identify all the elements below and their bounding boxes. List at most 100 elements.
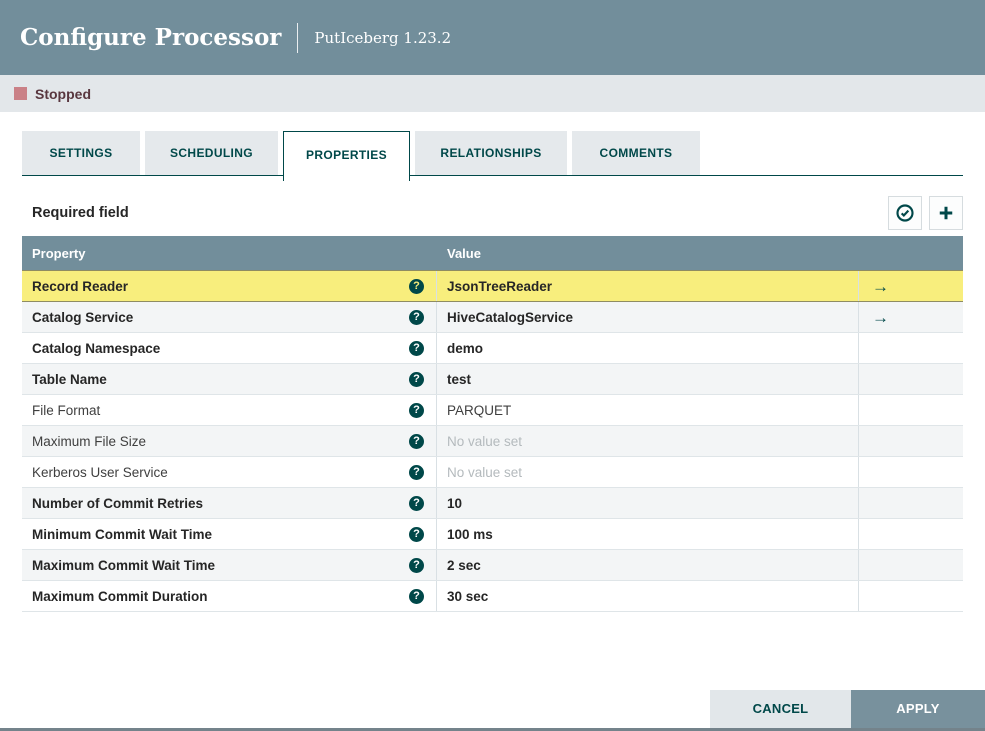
- tab-relationships[interactable]: RELATIONSHIPS: [415, 131, 567, 175]
- status-label: Stopped: [35, 85, 91, 102]
- property-name: Maximum File Size: [32, 433, 147, 449]
- help-icon[interactable]: ?: [409, 309, 424, 325]
- value-cell[interactable]: test: [437, 364, 859, 394]
- property-value: 10: [447, 495, 463, 511]
- property-cell: Catalog Service ?: [22, 302, 437, 332]
- property-cell: File Format ?: [22, 395, 437, 425]
- tab-bar: SETTINGS SCHEDULING PROPERTIES RELATIONSHIP…: [22, 131, 963, 181]
- property-name: Table Name: [32, 371, 107, 387]
- property-value: HiveCatalogService: [447, 309, 574, 325]
- help-icon[interactable]: ?: [409, 588, 424, 604]
- property-cell: Maximum File Size ?: [22, 426, 437, 456]
- property-cell: Kerberos User Service ?: [22, 457, 437, 487]
- add-property-button[interactable]: [929, 196, 963, 230]
- goto-service-arrow-icon[interactable]: →: [872, 309, 889, 326]
- property-cell: Minimum Commit Wait Time ?: [22, 519, 437, 549]
- dialog-title: Configure Processor: [20, 24, 282, 51]
- table-row[interactable]: Catalog Namespace ? demo: [22, 333, 963, 364]
- properties-table: Property Value Record Reader ? JsonTreeR…: [22, 236, 963, 612]
- goto-cell: [859, 488, 963, 518]
- processor-status-bar: Stopped: [0, 75, 985, 112]
- table-row[interactable]: Table Name ? test: [22, 364, 963, 395]
- property-cell: Maximum Commit Duration ?: [22, 581, 437, 611]
- table-row[interactable]: Maximum File Size ? No value set: [22, 426, 963, 457]
- required-field-label: Required field: [32, 205, 129, 221]
- help-icon[interactable]: ?: [409, 557, 424, 573]
- goto-cell: [859, 426, 963, 456]
- value-cell[interactable]: 30 sec: [437, 581, 859, 611]
- property-cell: Record Reader ?: [22, 271, 437, 301]
- tab-scheduling[interactable]: SCHEDULING: [145, 131, 278, 175]
- property-name: Maximum Commit Wait Time: [32, 557, 216, 573]
- tab-comments[interactable]: COMMENTS: [572, 131, 700, 175]
- help-icon[interactable]: ?: [409, 495, 424, 511]
- value-cell[interactable]: 10: [437, 488, 859, 518]
- goto-cell: [859, 333, 963, 363]
- value-cell[interactable]: No value set: [437, 426, 859, 456]
- apply-button[interactable]: APPLY: [851, 690, 985, 728]
- help-icon[interactable]: ?: [409, 526, 424, 542]
- help-icon[interactable]: ?: [409, 402, 424, 418]
- table-row[interactable]: Kerberos User Service ? No value set: [22, 457, 963, 488]
- column-header-value: Value: [447, 245, 481, 261]
- help-icon[interactable]: ?: [409, 371, 424, 387]
- goto-service-arrow-icon[interactable]: →: [872, 278, 889, 295]
- table-row[interactable]: Number of Commit Retries ? 10: [22, 488, 963, 519]
- help-icon[interactable]: ?: [409, 464, 424, 480]
- dialog-titlebar: Configure Processor PutIceberg 1.23.2: [0, 0, 985, 75]
- property-value: test: [447, 371, 472, 387]
- value-cell[interactable]: PARQUET: [437, 395, 859, 425]
- goto-cell: [859, 581, 963, 611]
- column-header-property: Property: [32, 245, 86, 261]
- plus-icon: [939, 206, 953, 220]
- property-name: File Format: [32, 402, 101, 418]
- property-cell: Number of Commit Retries ?: [22, 488, 437, 518]
- goto-cell: [859, 519, 963, 549]
- value-cell[interactable]: 2 sec: [437, 550, 859, 580]
- property-name: Maximum Commit Duration: [32, 588, 208, 604]
- table-row[interactable]: Catalog Service ? HiveCatalogService →: [22, 302, 963, 333]
- processor-type-version: PutIceberg 1.23.2: [314, 28, 452, 47]
- property-value: JsonTreeReader: [447, 278, 553, 294]
- table-row[interactable]: Maximum Commit Duration ? 30 sec: [22, 581, 963, 612]
- properties-table-header: Property Value: [22, 236, 963, 270]
- value-cell[interactable]: demo: [437, 333, 859, 363]
- property-name: Kerberos User Service: [32, 464, 168, 480]
- cancel-button[interactable]: CANCEL: [710, 690, 851, 728]
- property-value: 100 ms: [447, 526, 493, 542]
- value-cell[interactable]: JsonTreeReader: [437, 271, 859, 301]
- table-row[interactable]: Record Reader ? JsonTreeReader →: [22, 270, 963, 302]
- tab-settings[interactable]: SETTINGS: [22, 131, 140, 175]
- property-value: No value set: [447, 464, 523, 480]
- dialog-content: SETTINGS SCHEDULING PROPERTIES RELATIONSHIP…: [0, 131, 985, 612]
- value-cell[interactable]: No value set: [437, 457, 859, 487]
- property-cell: Table Name ?: [22, 364, 437, 394]
- verify-properties-button[interactable]: [888, 196, 922, 230]
- value-cell[interactable]: HiveCatalogService: [437, 302, 859, 332]
- tab-underline: [22, 175, 963, 176]
- help-icon[interactable]: ?: [409, 433, 424, 449]
- dialog-footer: CANCEL APPLY: [710, 690, 985, 728]
- table-row[interactable]: Minimum Commit Wait Time ? 100 ms: [22, 519, 963, 550]
- table-row[interactable]: Maximum Commit Wait Time ? 2 sec: [22, 550, 963, 581]
- goto-cell: [859, 550, 963, 580]
- property-name: Number of Commit Retries: [32, 495, 204, 511]
- properties-toolbar: Required field: [22, 194, 963, 232]
- property-name: Record Reader: [32, 278, 129, 294]
- configure-processor-dialog: Configure Processor PutIceberg 1.23.2 St…: [0, 0, 985, 731]
- tab-properties[interactable]: PROPERTIES: [283, 131, 410, 181]
- property-name: Catalog Namespace: [32, 340, 161, 356]
- goto-cell: →: [859, 302, 963, 332]
- property-value: 30 sec: [447, 588, 489, 604]
- property-name: Catalog Service: [32, 309, 134, 325]
- table-row[interactable]: File Format ? PARQUET: [22, 395, 963, 426]
- title-divider: [297, 22, 299, 53]
- help-icon[interactable]: ?: [409, 340, 424, 356]
- stopped-status-icon: [14, 87, 27, 100]
- help-icon[interactable]: ?: [409, 278, 424, 294]
- property-cell: Maximum Commit Wait Time ?: [22, 550, 437, 580]
- check-circle-icon: [896, 204, 914, 222]
- value-cell[interactable]: 100 ms: [437, 519, 859, 549]
- properties-table-body: Record Reader ? JsonTreeReader → Catalog…: [22, 270, 963, 612]
- property-value: PARQUET: [447, 402, 512, 418]
